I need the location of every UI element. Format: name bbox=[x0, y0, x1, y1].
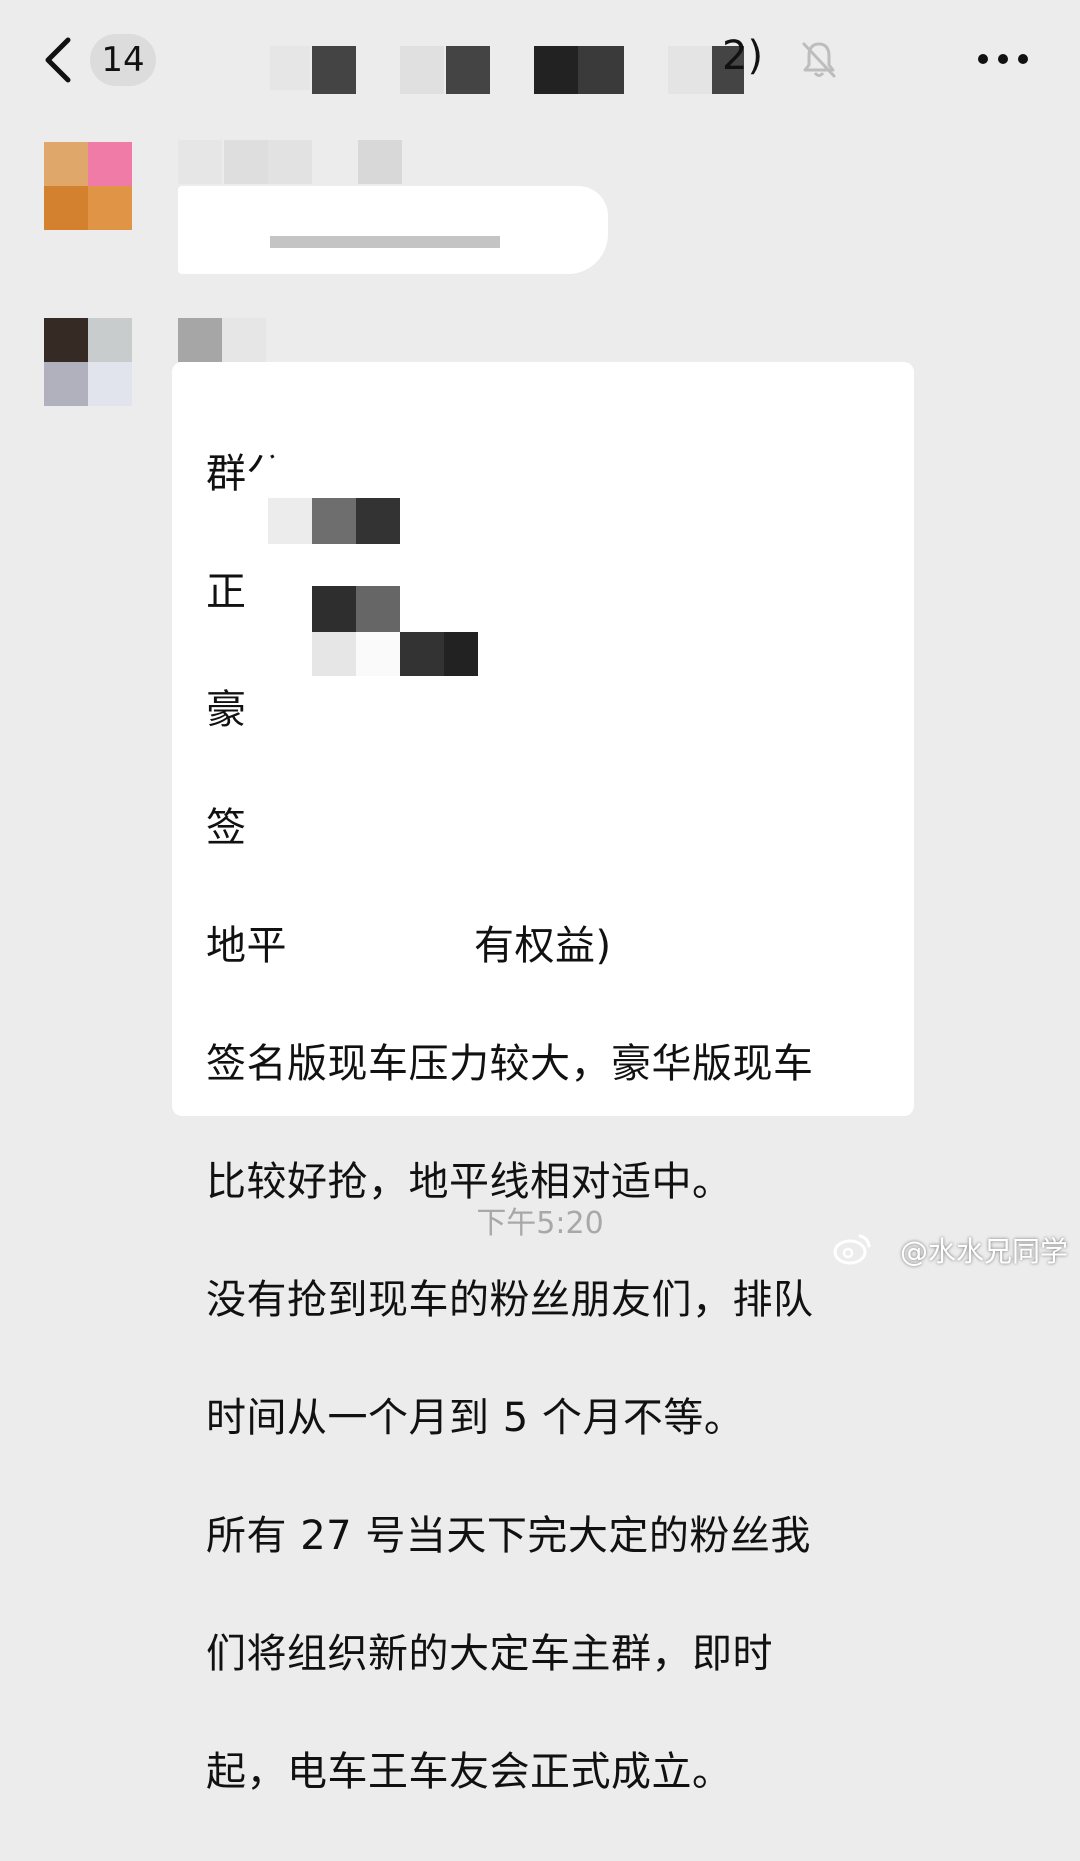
announcement-line: 签名版现车压力较大，豪华版现车 bbox=[206, 1041, 814, 1087]
message-bubble-redacted[interactable] bbox=[178, 186, 608, 274]
sender-name-redacted bbox=[178, 318, 268, 362]
announcement-line: 签 bbox=[206, 805, 247, 851]
unread-count-badge[interactable]: 14 bbox=[90, 34, 156, 86]
line-start: 地平 bbox=[206, 923, 287, 969]
sender-avatar[interactable] bbox=[44, 318, 132, 406]
redaction-mosaic bbox=[246, 448, 486, 698]
announcement-line: 没有抢到现车的粉丝朋友们，排队 bbox=[206, 1277, 814, 1323]
weibo-watermark: @水水兄同学 bbox=[899, 1235, 1068, 1268]
weibo-logo-icon bbox=[833, 1234, 871, 1265]
line-end: 有权益) bbox=[474, 923, 612, 969]
mute-bell-icon bbox=[802, 42, 836, 78]
back-arrow-icon[interactable] bbox=[38, 34, 78, 86]
announcement-line: 起，电车王车友会正式成立。 bbox=[206, 1749, 733, 1795]
announcement-line: 所有 27 号当天下完大定的粉丝我 bbox=[206, 1513, 811, 1559]
sender-name-redacted bbox=[178, 140, 598, 184]
announcement-line: 地平 有权益) bbox=[206, 917, 896, 976]
sender-avatar[interactable] bbox=[44, 142, 132, 230]
announcement-line: 们将组织新的大定车主群，即时 bbox=[206, 1631, 773, 1677]
chat-title-tail: 2) bbox=[722, 33, 764, 79]
more-options-icon[interactable] bbox=[974, 50, 1032, 68]
chat-title-redacted bbox=[270, 46, 750, 98]
announcement-line: 时间从一个月到 5 个月不等。 bbox=[206, 1395, 745, 1441]
message-fragment bbox=[270, 236, 500, 248]
